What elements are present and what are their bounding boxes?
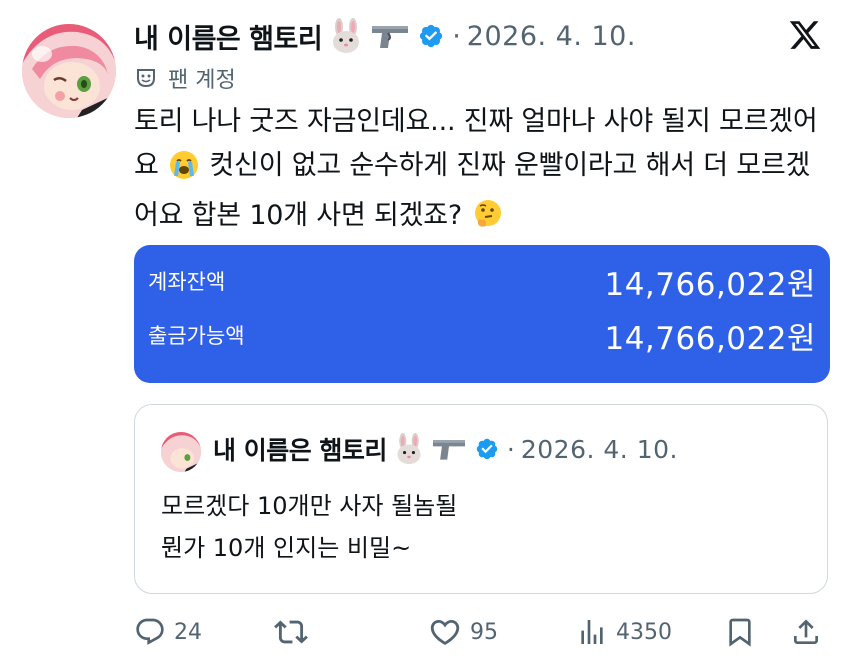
- bookmark-button[interactable]: [724, 616, 756, 648]
- like-button[interactable]: 95: [428, 615, 498, 649]
- quoted-date: 2026. 4. 10.: [520, 434, 678, 464]
- view-count: 4350: [616, 619, 672, 645]
- reply-icon: [136, 618, 164, 645]
- thinking-emoji-icon: [472, 198, 504, 244]
- fan-account-label: 팬 계정: [136, 62, 236, 94]
- fan-account-text: 팬 계정: [168, 68, 236, 93]
- retweet-icon: [274, 620, 308, 644]
- pistol-emoji-icon: [431, 433, 467, 465]
- reply-button[interactable]: 24: [134, 616, 202, 648]
- views-button[interactable]: 4350: [576, 616, 672, 648]
- author-name[interactable]: 내 이름은 햄토리: [134, 17, 323, 56]
- quoted-author-name: 내 이름은 햄토리: [213, 436, 387, 465]
- separator-dot: ·: [452, 20, 461, 52]
- post-header: 내 이름은 햄토리 · 2026. 4. 10.: [134, 12, 636, 60]
- verified-badge-icon: [475, 437, 499, 461]
- x-logo-icon[interactable]: [788, 18, 822, 52]
- rabbit-emoji-icon: [328, 18, 364, 54]
- balance-label: 계좌잔액: [148, 270, 226, 294]
- reply-count: 24: [174, 619, 202, 645]
- withdrawable-label: 출금가능액: [148, 324, 245, 348]
- quoted-line-2: 뭔가 10개 인지는 비밀~: [161, 534, 412, 562]
- bookmark-icon: [729, 618, 751, 647]
- balance-row: 계좌잔액 14,766,022원: [148, 257, 816, 305]
- quoted-text: 모르겠다 10개만 사자 될놈될 뭔가 10개 인지는 비밀~: [161, 485, 457, 569]
- profile-avatar[interactable]: [22, 24, 116, 118]
- avatar-image: [22, 24, 116, 118]
- like-count: 95: [470, 619, 498, 645]
- separator-dot: ·: [506, 434, 515, 464]
- withdrawable-value: 14,766,022원: [604, 320, 816, 357]
- verified-badge-icon: [418, 23, 444, 49]
- bank-balance-card[interactable]: 계좌잔액 14,766,022원 출금가능액 14,766,022원: [134, 245, 830, 383]
- rabbit-emoji-icon: [393, 433, 425, 465]
- pistol-emoji-icon: [370, 18, 410, 54]
- quoted-line-1: 모르겠다 10개만 사자 될놈될: [161, 492, 458, 520]
- heart-icon: [430, 619, 460, 645]
- withdrawable-row: 출금가능액 14,766,022원: [148, 311, 816, 359]
- quoted-header: 내 이름은 햄토리 · 2026. 4. 10.: [213, 431, 678, 467]
- crying-emoji-icon: [169, 150, 199, 194]
- retweet-button[interactable]: [274, 615, 308, 649]
- theater-mask-icon: [136, 68, 156, 88]
- views-chart-icon: [581, 620, 603, 644]
- share-button[interactable]: [790, 616, 822, 648]
- balance-value: 14,766,022원: [604, 266, 816, 303]
- quoted-post[interactable]: 내 이름은 햄토리 · 2026. 4. 10. 모르겠다 10개만 사자 될놈…: [134, 404, 828, 594]
- share-icon: [794, 619, 818, 644]
- quoted-avatar: [161, 432, 201, 472]
- action-bar: 24 95 4350: [134, 612, 830, 652]
- post-text: 토리 나나 굿즈 자금인데요... 진짜 얼마나 사야 될지 모르겠어요 컷신이…: [134, 100, 824, 244]
- post-date[interactable]: 2026. 4. 10.: [467, 21, 636, 52]
